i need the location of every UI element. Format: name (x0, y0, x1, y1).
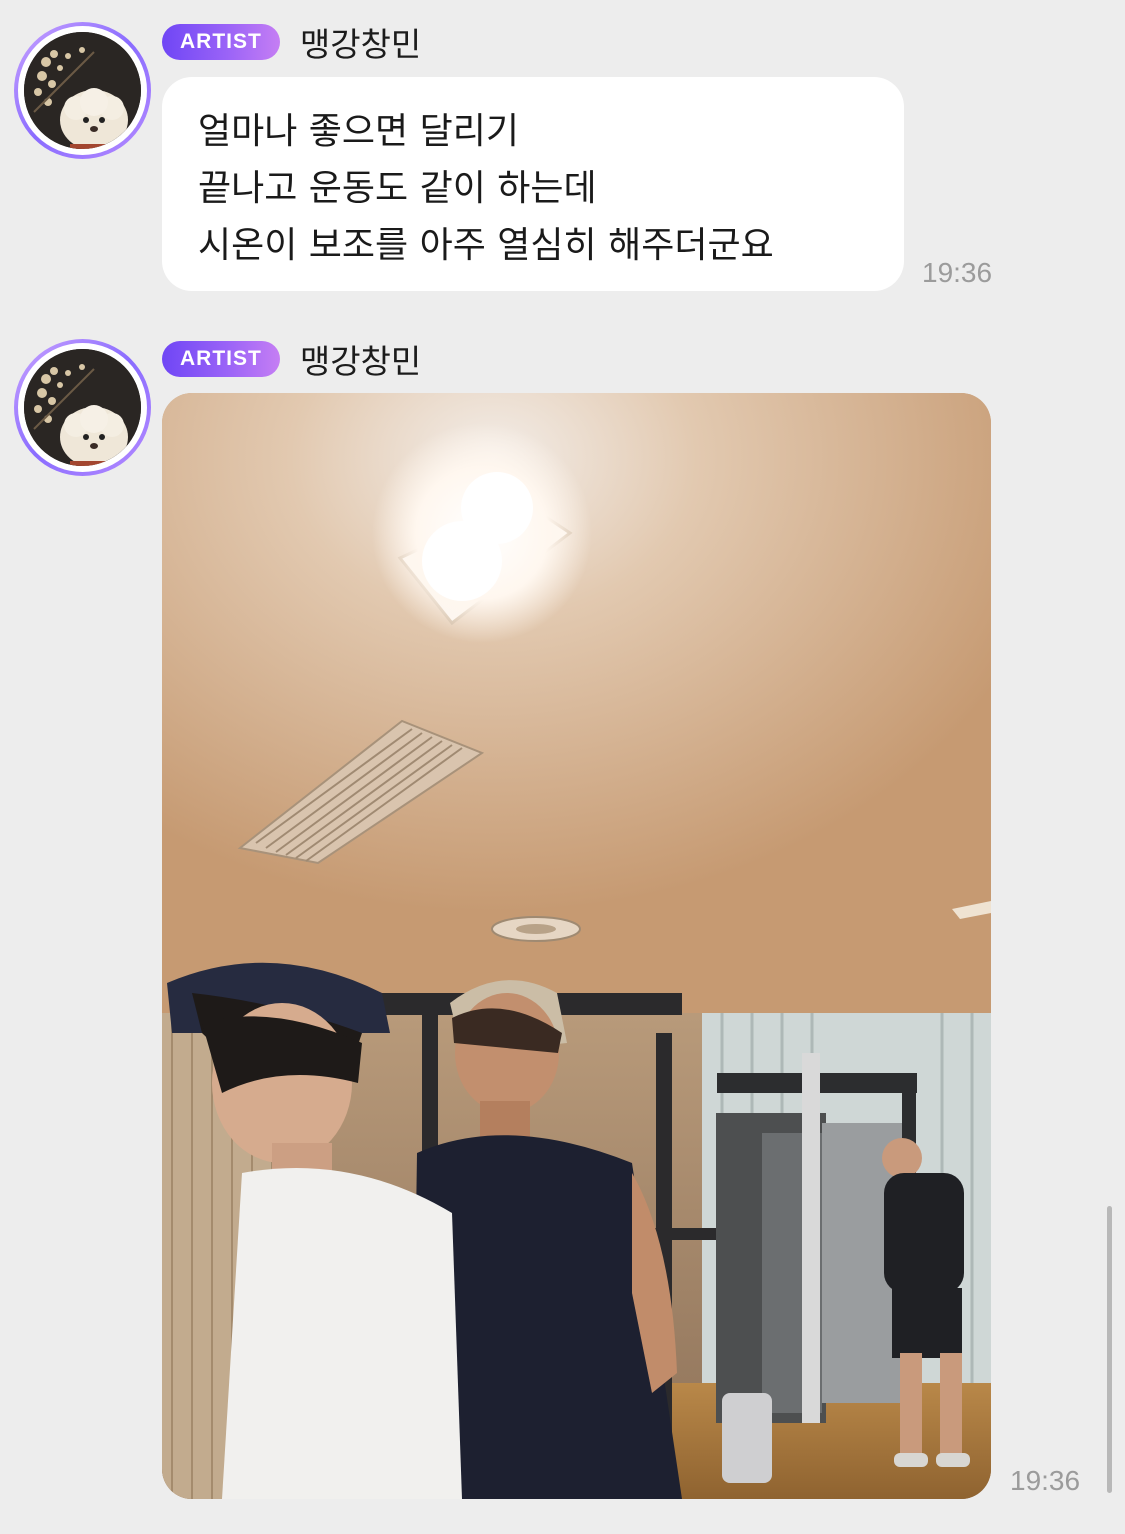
message-bubble[interactable]: 얼마나 좋으면 달리기 끝나고 운동도 같이 하는데 시온이 보조를 아주 열심… (162, 77, 904, 291)
chat-view: ARTIST 맹강창민 얼마나 좋으면 달리기 끝나고 운동도 같이 하는데 시… (0, 0, 1125, 1534)
message-line: 얼마나 좋으면 달리기 (198, 111, 519, 152)
sender-name[interactable]: 맹강창민 (300, 335, 421, 383)
message-line: 끝나고 운동도 같이 하는데 (198, 168, 597, 209)
scrollbar[interactable] (1107, 1206, 1112, 1493)
sender-name[interactable]: 맹강창민 (300, 18, 421, 66)
message-timestamp: 19:36 (1010, 1465, 1081, 1496)
message-line: 시온이 보조를 아주 열심히 해주더군요 (198, 225, 774, 266)
sender-header: ARTIST 맹강창민 (162, 339, 421, 381)
sender-avatar[interactable] (14, 22, 151, 159)
sender-header: ARTIST 맹강창민 (162, 22, 421, 64)
artist-badge: ARTIST (162, 341, 280, 377)
message-timestamp: 19:36 (922, 257, 993, 288)
avatar-photo (24, 349, 141, 466)
photo-message[interactable] (162, 393, 991, 1499)
sender-avatar[interactable] (14, 339, 151, 476)
avatar-photo (24, 32, 141, 149)
artist-badge: ARTIST (162, 24, 280, 60)
